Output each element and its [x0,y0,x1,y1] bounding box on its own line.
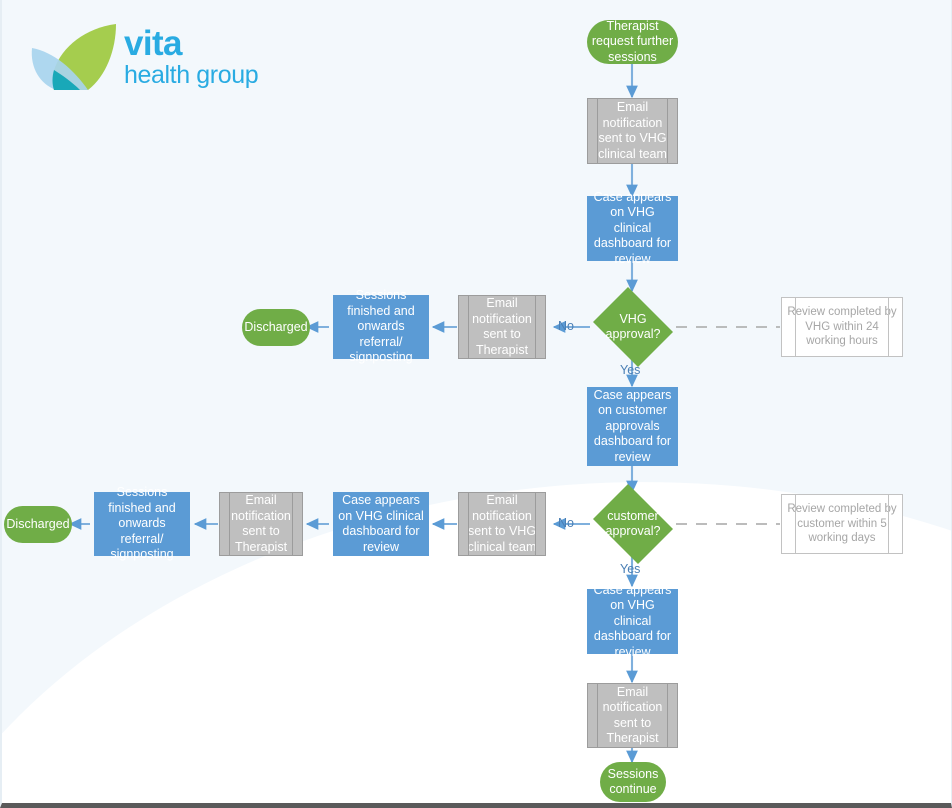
note-review-completed-customer: Review completed by customer within 5 wo… [781,494,903,554]
node-case-appears-vhg-dashboard-1[interactable]: Case appears on VHG clinical dashboard f… [587,190,678,266]
node-label: Sessions continue [607,766,659,797]
node-label: Email notification sent to VHG clinical … [598,100,667,161]
node-label: customer approval? [605,508,661,539]
node-email-notification-vhg-clinical-team-1[interactable]: Email notification sent to VHG clinical … [587,98,678,164]
node-start-therapist-request[interactable]: Therapist request further sessions [587,18,678,64]
node-discharged-1[interactable]: Discharged [242,309,310,346]
node-label: VHG approval? [605,311,661,342]
node-label: Email notification sent to Therapist [472,296,532,357]
node-email-notification-vhg-clinical-team-2[interactable]: Email notification sent to VHG clinical … [458,492,546,556]
node-case-appears-customer-approvals-dashboard[interactable]: Case appears on customer approvals dashb… [587,387,678,466]
note-label: Review completed by VHG within 24 workin… [787,306,897,348]
node-label: Case appears on VHG clinical dashboard f… [338,493,424,554]
node-sessions-finished-signposting-2[interactable]: Sessions finished and onwards referral/ … [94,485,190,561]
node-end-sessions-continue[interactable]: Sessions continue [600,762,666,802]
node-label: Discharged [6,516,70,531]
node-email-notification-therapist-1[interactable]: Email notification sent to Therapist [458,295,546,359]
node-label: Case appears on VHG clinical dashboard f… [593,189,672,266]
node-label: Discharged [244,319,308,334]
node-email-notification-therapist-3[interactable]: Email notification sent to Therapist [587,683,678,748]
node-case-appears-vhg-dashboard-3[interactable]: Case appears on VHG clinical dashboard f… [587,583,678,659]
note-review-completed-vhg: Review completed by VHG within 24 workin… [781,297,903,357]
node-email-notification-therapist-2[interactable]: Email notification sent to Therapist [219,492,303,556]
node-label: Email notification sent to Therapist [602,684,663,746]
node-label: Sessions finished and onwards referral/ … [108,485,176,562]
edge-label-no-1: No [558,319,574,333]
node-label: Case appears on VHG clinical dashboard f… [593,582,672,659]
edge-label-yes-1: Yes [620,363,641,377]
node-label: Case appears on customer approvals dashb… [593,387,672,464]
node-label: Sessions finished and onwards referral/ … [347,288,415,365]
node-discharged-2[interactable]: Discharged [4,506,72,543]
node-sessions-finished-signposting-1[interactable]: Sessions finished and onwards referral/ … [333,288,429,364]
node-decision-customer-approval[interactable]: customer approval? [588,484,678,564]
node-decision-vhg-approval[interactable]: VHG approval? [588,287,678,367]
node-label: Email notification sent to VHG clinical … [467,493,537,554]
note-label: Review completed by customer within 5 wo… [787,503,897,545]
node-label: Email notification sent to Therapist [231,493,291,554]
node-case-appears-vhg-dashboard-2[interactable]: Case appears on VHG clinical dashboard f… [333,492,429,556]
edge-label-yes-2: Yes [620,562,641,576]
node-label: Therapist request further sessions [591,18,674,64]
slide-canvas: vita health group Therapist request furt… [0,0,952,808]
edge-label-no-2: No [558,516,574,530]
flowchart-connectors [68,63,780,764]
flowchart: Therapist request further sessions Email… [2,0,951,803]
